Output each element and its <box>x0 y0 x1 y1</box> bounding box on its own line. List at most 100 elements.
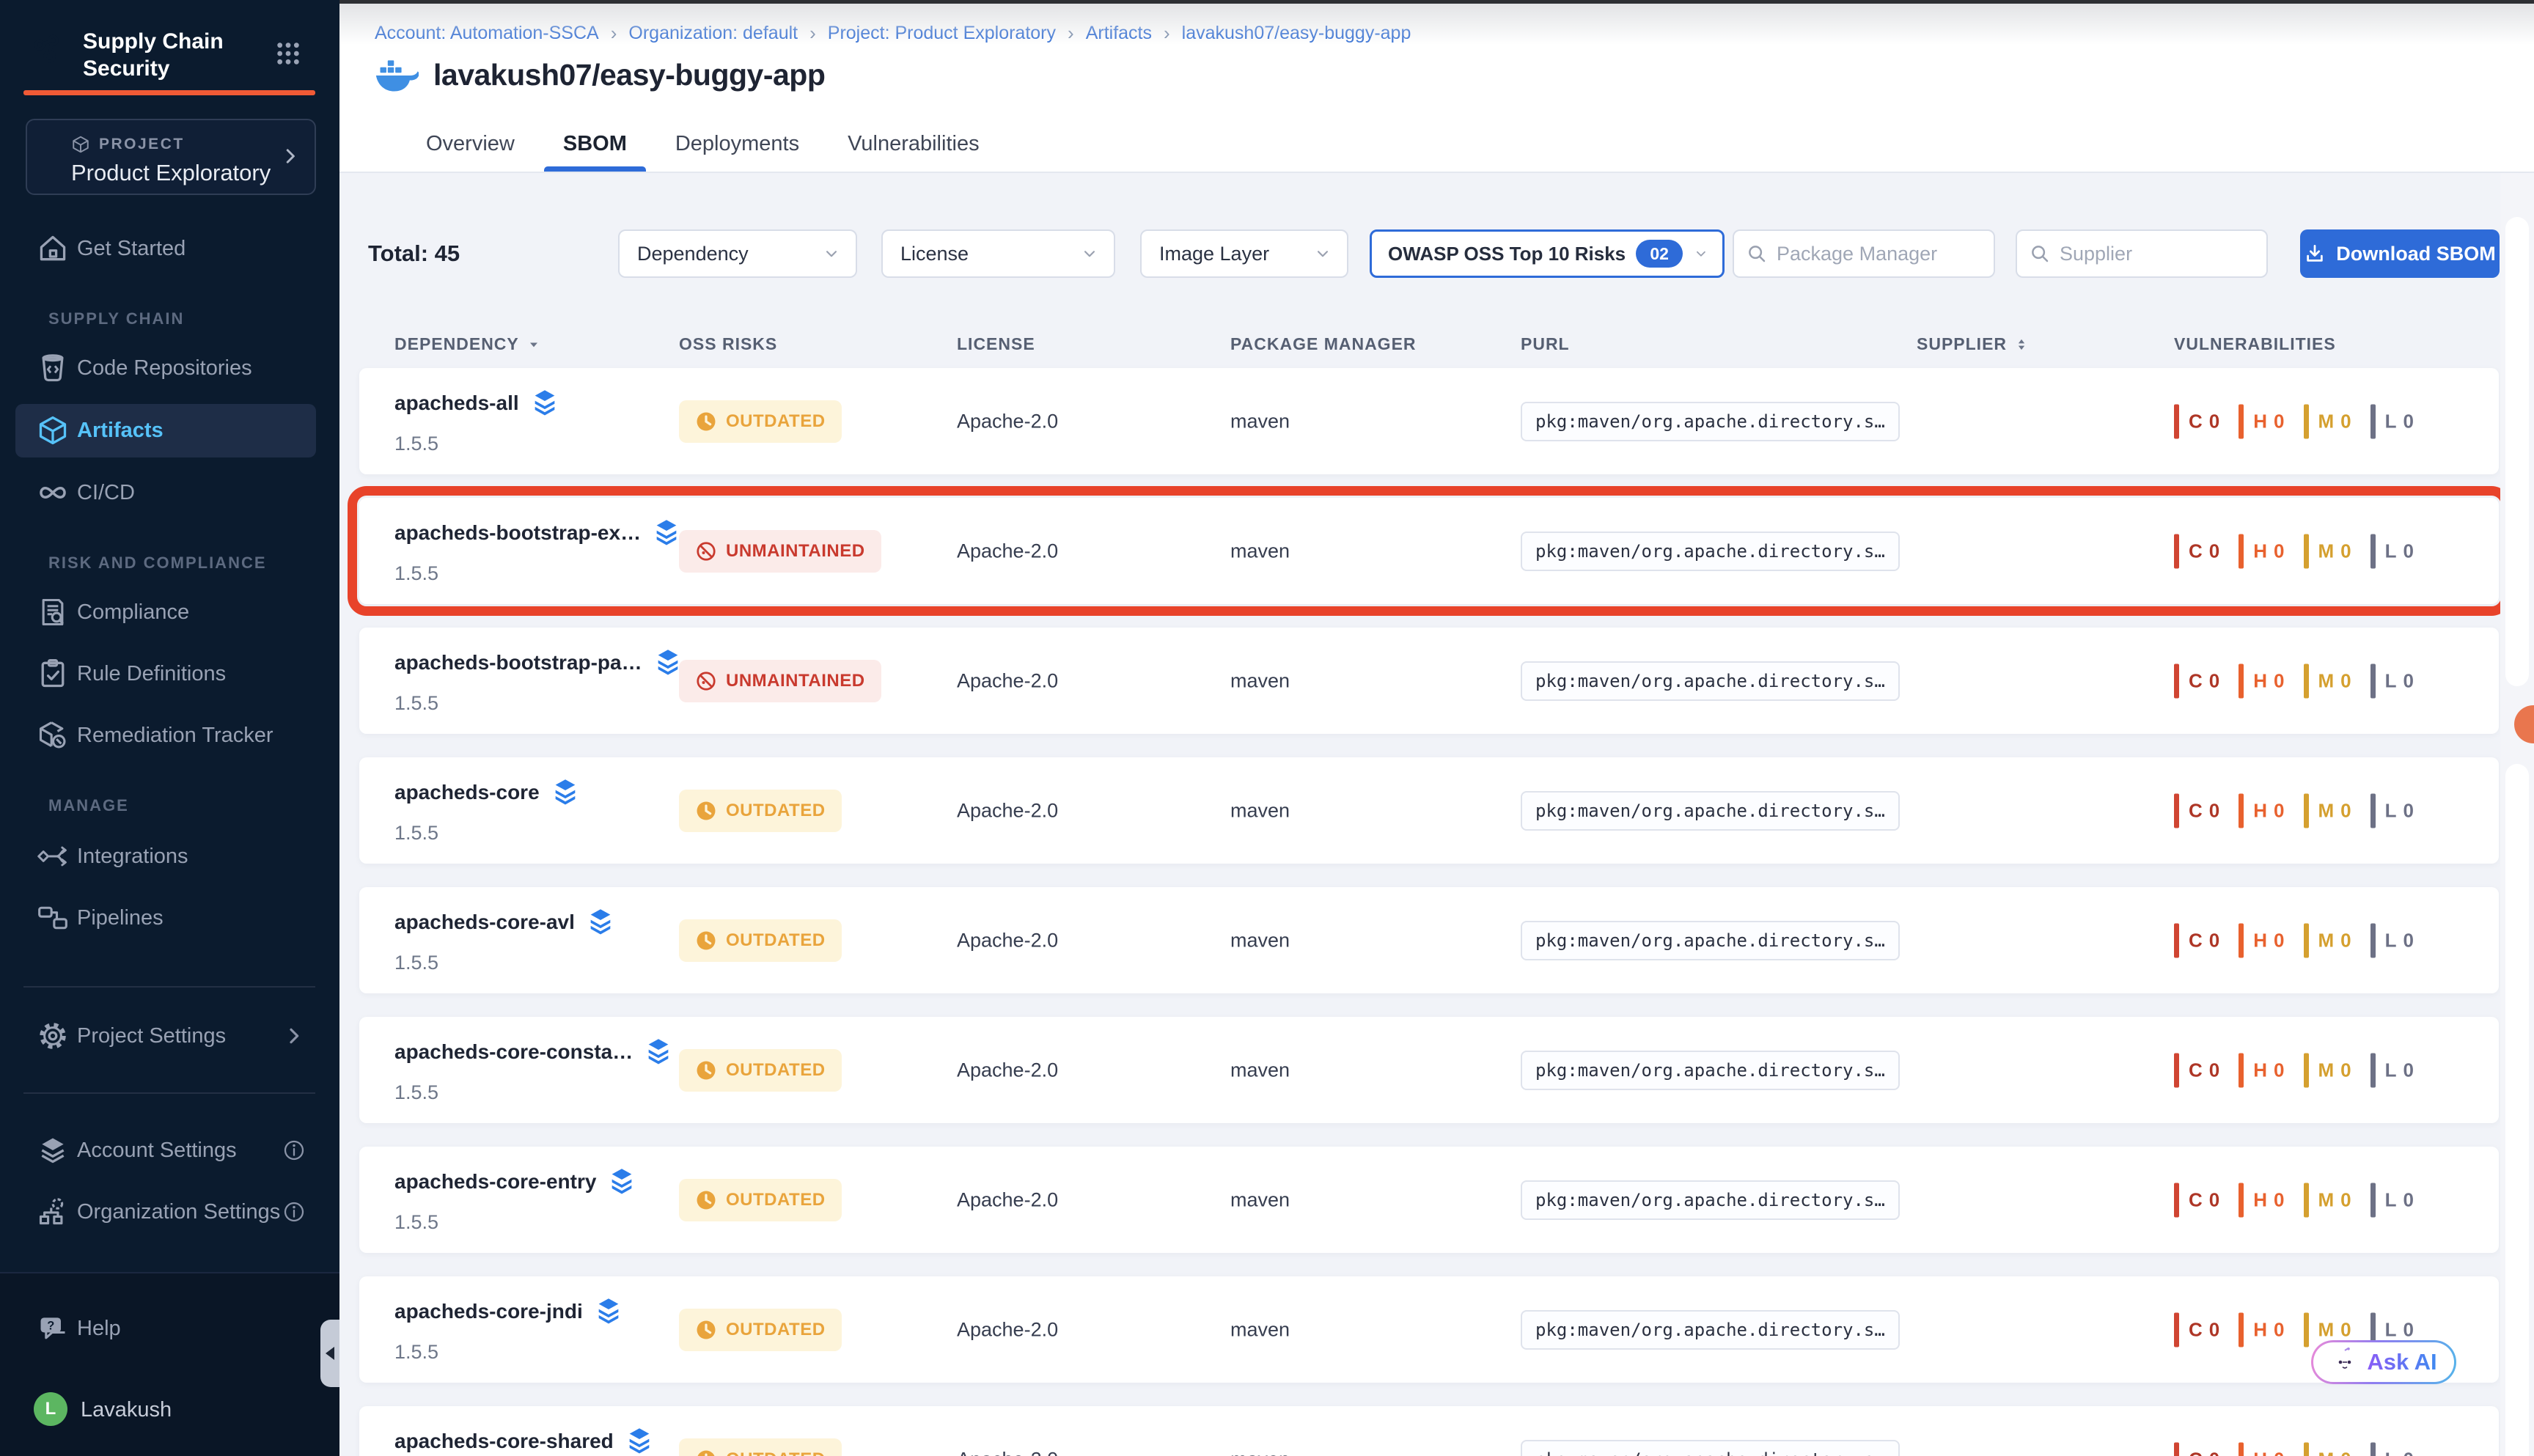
vuln-count-l: L0 <box>2370 534 2414 568</box>
package-manager-value: maven <box>1230 929 1290 952</box>
sidebar-item-integrations[interactable]: Integrations <box>0 828 339 884</box>
sidebar-section-supply-chain: SUPPLY CHAIN <box>48 309 184 328</box>
dependency-name[interactable]: apacheds-core-shared <box>394 1430 614 1453</box>
user-name[interactable]: Lavakush <box>81 1398 172 1422</box>
column-header-dependency[interactable]: DEPENDENCY <box>394 334 541 354</box>
breadcrumb-artifacts[interactable]: Artifacts <box>1086 23 1152 44</box>
package-manager-input[interactable] <box>1777 243 1982 265</box>
dependency-version: 1.5.5 <box>394 952 614 974</box>
sidebar-item-help[interactable]: Help <box>0 1301 339 1356</box>
ask-ai-button[interactable]: Ask AI <box>2311 1340 2456 1384</box>
ban-icon <box>695 670 717 692</box>
breadcrumb-account[interactable]: Account: Automation-SSCA <box>375 23 599 44</box>
document-search-icon <box>37 596 69 628</box>
purl-chip[interactable]: pkg:maven/org.apache.directory.s… <box>1521 921 1900 960</box>
vuln-count-m: M0 <box>2304 1183 2351 1217</box>
sidebar-collapse-handle[interactable] <box>320 1320 339 1387</box>
dependency-filter-dropdown[interactable]: Dependency <box>618 229 857 278</box>
info-icon[interactable] <box>282 1200 306 1224</box>
vulnerability-counts: C0H0M0L0 <box>2174 793 2414 828</box>
column-header-purl: PURL <box>1521 334 1570 354</box>
dependency-name[interactable]: apacheds-core-consta… <box>394 1040 633 1064</box>
sidebar-item-remediation-tracker[interactable]: Remediation Tracker <box>0 707 339 763</box>
purl-chip[interactable]: pkg:maven/org.apache.directory.s… <box>1521 1180 1900 1220</box>
vuln-count-l: L0 <box>2370 923 2414 957</box>
download-sbom-button[interactable]: Download SBOM <box>2300 229 2500 278</box>
purl-chip[interactable]: pkg:maven/org.apache.directory.s… <box>1521 532 1900 571</box>
clock-icon <box>695 800 717 822</box>
scrollbar-thumb[interactable] <box>2505 217 2529 686</box>
download-icon <box>2304 243 2326 265</box>
avatar[interactable]: L <box>34 1392 67 1426</box>
license-value: Apache-2.0 <box>957 1188 1058 1211</box>
table-row[interactable]: apacheds-core-consta… 1.5.5 OUTDATED Apa… <box>359 1017 2499 1123</box>
sidebar-item-rule-definitions[interactable]: Rule Definitions <box>0 646 339 702</box>
scrollbar-thumb[interactable] <box>2505 764 2529 1456</box>
layers-icon <box>644 1037 672 1067</box>
supplier-input[interactable] <box>2060 243 2255 265</box>
license-filter-dropdown[interactable]: License <box>881 229 1115 278</box>
purl-chip[interactable]: pkg:maven/org.apache.directory.s… <box>1521 1440 1900 1456</box>
license-value: Apache-2.0 <box>957 799 1058 822</box>
purl-chip[interactable]: pkg:maven/org.apache.directory.s… <box>1521 1051 1900 1090</box>
tab-deployments[interactable]: Deployments <box>672 116 802 172</box>
project-selector[interactable]: PROJECT Product Exploratory <box>26 119 316 195</box>
table-row[interactable]: apacheds-core-avl 1.5.5 OUTDATED Apache-… <box>359 887 2499 993</box>
vuln-count-c: C0 <box>2174 534 2219 568</box>
sidebar-item-artifacts[interactable]: Artifacts <box>0 402 339 458</box>
sidebar-item-project-settings[interactable]: Project Settings <box>0 1008 339 1064</box>
purl-chip[interactable]: pkg:maven/org.apache.directory.s… <box>1521 661 1900 701</box>
breadcrumb-artifact-name[interactable]: lavakush07/easy-buggy-app <box>1182 23 1411 44</box>
column-header-supplier[interactable]: SUPPLIER <box>1917 334 2029 354</box>
table-row[interactable]: apacheds-core-shared 1.5.5 OUTDATED Apac… <box>359 1406 2499 1456</box>
table-row[interactable]: apacheds-core 1.5.5 OUTDATED Apache-2.0 … <box>359 757 2499 864</box>
info-icon[interactable] <box>282 1139 306 1162</box>
dependency-name[interactable]: apacheds-all <box>394 391 519 415</box>
organization-icon <box>37 1196 69 1228</box>
search-icon <box>1746 243 1768 265</box>
owasp-count-badge: 02 <box>1636 240 1683 268</box>
sort-both-icon <box>2014 337 2029 352</box>
table-row[interactable]: apacheds-all 1.5.5 OUTDATED Apache-2.0 m… <box>359 368 2499 474</box>
sidebar-item-pipelines[interactable]: Pipelines <box>0 890 339 946</box>
project-cube-icon <box>71 135 90 154</box>
license-value: Apache-2.0 <box>957 410 1058 433</box>
dependency-name[interactable]: apacheds-core-jndi <box>394 1300 583 1323</box>
table-row[interactable]: apacheds-bootstrap-pa… 1.5.5 UNMAINTAINE… <box>359 628 2499 734</box>
dependency-name[interactable]: apacheds-core-avl <box>394 911 575 934</box>
breadcrumb-separator: › <box>1164 22 1170 45</box>
module-grid-icon[interactable] <box>276 41 301 66</box>
sidebar-item-code-repositories[interactable]: Code Repositories <box>0 340 339 396</box>
vulnerability-counts: C0H0M0L0 <box>2174 1053 2414 1087</box>
sidebar-item-compliance[interactable]: Compliance <box>0 584 339 640</box>
tab-vulnerabilities[interactable]: Vulnerabilities <box>845 116 982 172</box>
sidebar-item-organization-settings[interactable]: Organization Settings <box>0 1184 339 1240</box>
purl-chip[interactable]: pkg:maven/org.apache.directory.s… <box>1521 1310 1900 1350</box>
sidebar-item-get-started[interactable]: Get Started <box>0 221 339 276</box>
clock-icon <box>695 1189 717 1211</box>
tab-sbom[interactable]: SBOM <box>560 116 630 172</box>
purl-chip[interactable]: pkg:maven/org.apache.directory.s… <box>1521 791 1900 831</box>
image-layer-filter-dropdown[interactable]: Image Layer <box>1140 229 1348 278</box>
total-count: Total: 45 <box>368 240 460 267</box>
dependency-name[interactable]: apacheds-core-entry <box>394 1170 596 1194</box>
table-row[interactable]: apacheds-bootstrap-ex… 1.5.5 UNMAINTAINE… <box>359 498 2499 604</box>
breadcrumb-project[interactable]: Project: Product Exploratory <box>828 23 1056 44</box>
purl-chip[interactable]: pkg:maven/org.apache.directory.s… <box>1521 402 1900 441</box>
dependency-name[interactable]: apacheds-core <box>394 781 540 804</box>
dependency-name[interactable]: apacheds-bootstrap-pa… <box>394 651 642 674</box>
sidebar-item-account-settings[interactable]: Account Settings <box>0 1122 339 1178</box>
dependency-name[interactable]: apacheds-bootstrap-ex… <box>394 521 641 545</box>
breadcrumb-organization[interactable]: Organization: default <box>628 23 798 44</box>
sbom-rows: apacheds-all 1.5.5 OUTDATED Apache-2.0 m… <box>359 368 2499 1456</box>
owasp-risks-filter-dropdown[interactable]: OWASP OSS Top 10 Risks 02 <box>1370 229 1725 278</box>
license-value: Apache-2.0 <box>957 1318 1058 1341</box>
vuln-count-h: H0 <box>2239 923 2284 957</box>
code-repository-icon <box>37 352 69 384</box>
table-row[interactable]: apacheds-core-entry 1.5.5 OUTDATED Apach… <box>359 1147 2499 1253</box>
tab-overview[interactable]: Overview <box>423 116 518 172</box>
vuln-count-m: M0 <box>2304 534 2351 568</box>
table-row[interactable]: apacheds-core-jndi 1.5.5 OUTDATED Apache… <box>359 1276 2499 1383</box>
sidebar-item-cicd[interactable]: CI/CD <box>0 465 339 521</box>
sidebar-section-risk-and-compliance: RISK AND COMPLIANCE <box>48 554 267 573</box>
